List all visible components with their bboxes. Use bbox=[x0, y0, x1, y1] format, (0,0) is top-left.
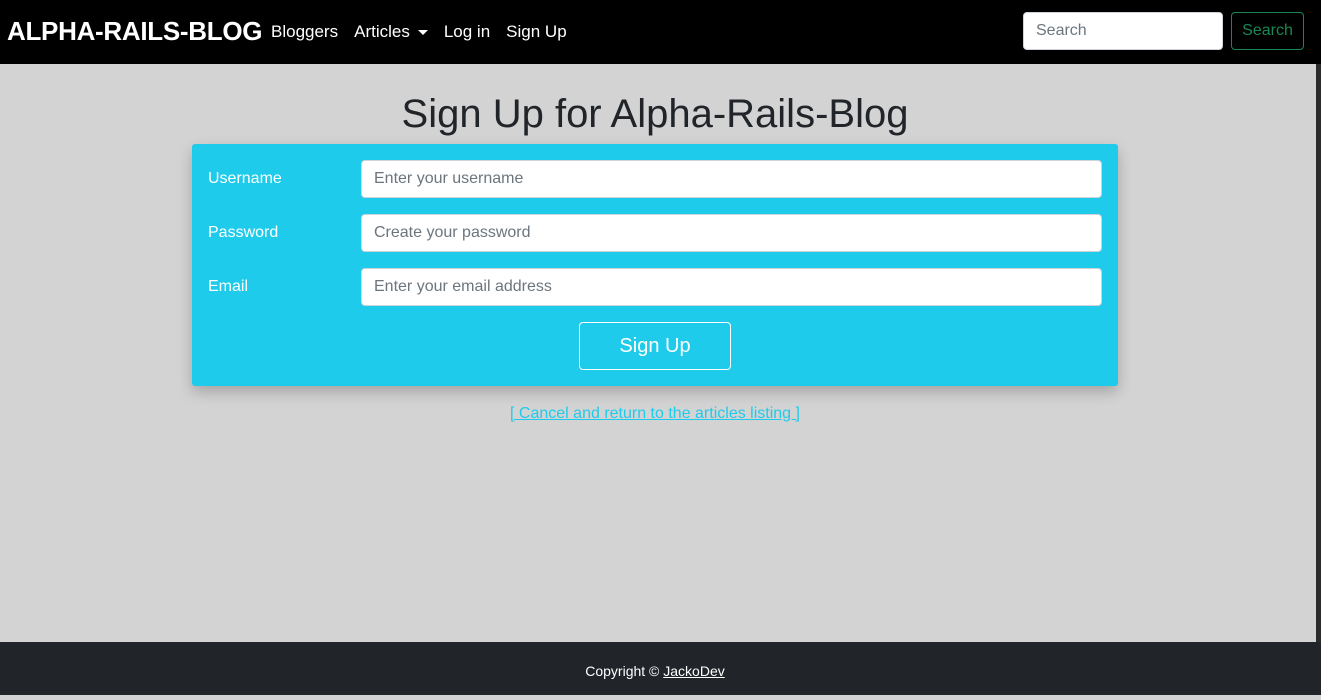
search-input[interactable] bbox=[1023, 12, 1223, 50]
username-label: Username bbox=[208, 170, 282, 187]
top-navbar: ALPHA-RAILS-BLOG Bloggers Articles Log i… bbox=[0, 0, 1321, 64]
footer-text: Copyright © JackoDev bbox=[0, 642, 1310, 700]
signup-form-card: Username Password Email Sign Up bbox=[192, 144, 1118, 386]
username-field[interactable] bbox=[361, 160, 1102, 198]
form-row-email: Email bbox=[192, 268, 1118, 306]
author-link[interactable]: JackoDev bbox=[663, 663, 724, 679]
nav-link-signup[interactable]: Sign Up bbox=[506, 20, 566, 44]
form-row-username: Username bbox=[192, 160, 1118, 198]
password-label: Password bbox=[208, 224, 279, 241]
signup-submit-button[interactable]: Sign Up bbox=[579, 322, 731, 370]
caret-down-icon bbox=[417, 30, 428, 35]
email-field[interactable] bbox=[361, 268, 1102, 306]
cancel-link-wrapper: [ Cancel and return to the articles list… bbox=[0, 403, 1310, 425]
nav-dropdown-articles[interactable]: Articles bbox=[354, 20, 428, 44]
footer: Copyright © JackoDev bbox=[0, 642, 1321, 695]
nav-link-login[interactable]: Log in bbox=[444, 20, 490, 44]
scrollbar[interactable] bbox=[1316, 64, 1321, 642]
nav-link-bloggers[interactable]: Bloggers bbox=[271, 20, 338, 44]
search-button[interactable]: Search bbox=[1231, 12, 1304, 50]
page-title: Sign Up for Alpha-Rails-Blog bbox=[401, 92, 909, 136]
nav-dropdown-articles-label: Articles bbox=[354, 22, 410, 41]
cancel-link[interactable]: [ Cancel and return to the articles list… bbox=[510, 405, 800, 422]
password-field[interactable] bbox=[361, 214, 1102, 252]
email-label: Email bbox=[208, 278, 249, 295]
brand-logo-link[interactable]: ALPHA-RAILS-BLOG bbox=[7, 14, 262, 48]
copyright-text: Copyright © bbox=[585, 663, 664, 679]
form-row-password: Password bbox=[192, 214, 1118, 252]
nav-links: Bloggers Articles Log in Sign Up bbox=[271, 20, 583, 44]
